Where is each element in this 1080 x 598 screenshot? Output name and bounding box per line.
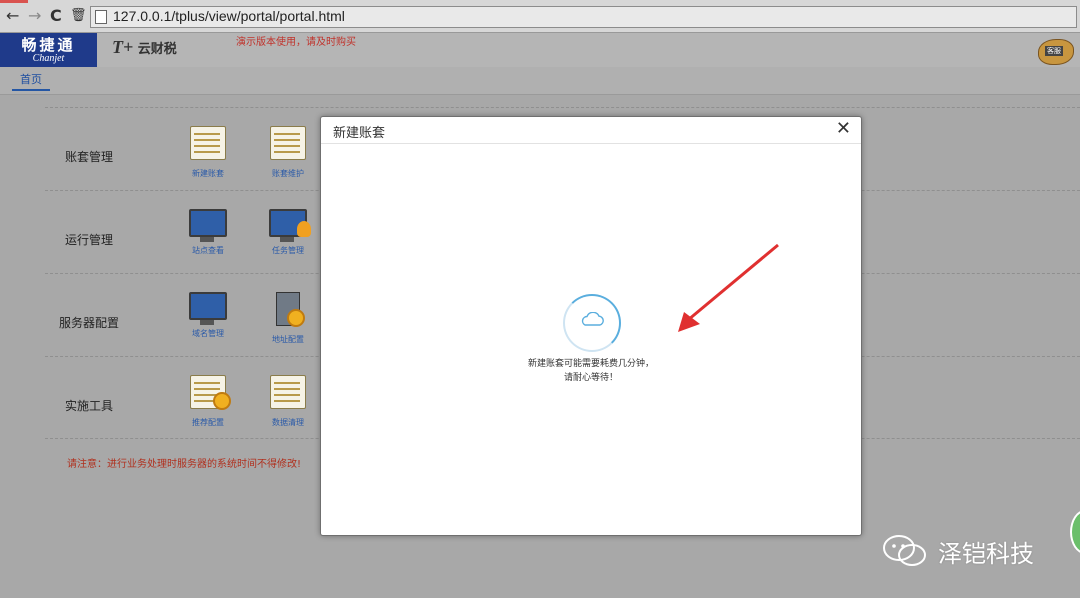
tile-site-view[interactable]: 站点查看	[185, 209, 231, 256]
tile-label: 账套维护	[272, 169, 304, 178]
wait-message-line1: 新建账套可能需要耗费几分钟，	[527, 359, 654, 369]
close-icon[interactable]: ✕	[836, 118, 851, 139]
tab-home[interactable]: 首页	[12, 71, 50, 91]
forward-button[interactable]: →	[28, 7, 41, 25]
product-logo: T+ 云财税	[112, 37, 177, 58]
page-icon	[95, 10, 107, 24]
dialog-header: 新建账套 ✕	[321, 117, 861, 144]
red-arrow-annotation	[678, 243, 779, 332]
monitor-icon	[189, 292, 227, 325]
back-button[interactable]: ←	[6, 7, 19, 25]
person-icon	[297, 221, 311, 237]
demo-notice: 演示版本使用，请及时购买	[236, 37, 356, 48]
tile-data-cleanup[interactable]: 数据清理	[265, 375, 311, 428]
monitor-user-icon	[269, 209, 311, 242]
brand-main: 畅捷通	[21, 36, 76, 54]
tab-accent	[0, 0, 28, 3]
section-title: 实施工具	[65, 399, 114, 413]
brand-logo: 畅捷通 Chanjet	[0, 33, 97, 67]
tplus-logo: T+	[112, 37, 134, 57]
monitor-icon	[189, 209, 227, 242]
config-doc-icon	[190, 375, 231, 410]
wechat-icon	[883, 535, 926, 566]
section-title: 账套管理	[65, 150, 114, 164]
account-maintenance-icon	[270, 126, 306, 160]
url-text: 127.0.0.1/tplus/view/portal/portal.html	[113, 8, 345, 24]
tile-domain-management[interactable]: 域名管理	[185, 292, 231, 339]
tile-label: 推荐配置	[192, 418, 224, 427]
browser-toolbar: ← → C 🗑 127.0.0.1/tplus/view/portal/port…	[0, 0, 1080, 33]
trash-icon[interactable]: 🗑	[70, 7, 87, 25]
wait-message-line2: 请耐心等待！	[563, 373, 618, 383]
server-icon	[276, 292, 305, 327]
gear-icon	[287, 309, 305, 327]
watermark-text: 泽铠科技	[938, 540, 1034, 568]
tile-account-maintenance[interactable]: 账套维护	[265, 126, 311, 179]
cloud-icon	[581, 312, 604, 326]
tile-label: 数据清理	[272, 418, 304, 427]
mascot-icon[interactable]: 客服	[1038, 39, 1074, 65]
app-header: 畅捷通 Chanjet T+ 云财税 演示版本使用，请及时购买 客服	[0, 33, 1080, 67]
tile-recommended-config[interactable]: 推荐配置	[185, 375, 231, 428]
dialog-title: 新建账套	[333, 126, 386, 141]
system-time-notice: 请注意：进行业务处理时服务器的系统时间不得修改!	[67, 459, 302, 470]
tile-new-account[interactable]: 新建账套	[185, 126, 231, 179]
tile-label: 站点查看	[192, 246, 224, 255]
mascot-badge: 客服	[1045, 46, 1063, 56]
tile-label: 域名管理	[192, 329, 224, 338]
loading-spinner	[563, 294, 621, 352]
section-title: 运行管理	[65, 233, 114, 247]
tile-address-config[interactable]: 地址配置	[265, 292, 311, 345]
tile-label: 任务管理	[272, 246, 304, 255]
gear-icon	[213, 392, 231, 410]
tab-bar: 首页	[0, 67, 1080, 95]
reload-button[interactable]: C	[50, 7, 62, 25]
product-name: 云财税	[137, 42, 177, 57]
brand-sub: Chanjet	[32, 53, 65, 64]
tile-task-management[interactable]: 任务管理	[265, 209, 311, 256]
new-account-icon	[190, 126, 226, 160]
address-bar[interactable]: 127.0.0.1/tplus/view/portal/portal.html	[90, 6, 1077, 28]
tile-label: 新建账套	[192, 169, 224, 178]
cleanup-doc-icon	[270, 375, 306, 409]
side-widget[interactable]	[1070, 510, 1080, 554]
section-title: 服务器配置	[59, 316, 120, 330]
tile-label: 地址配置	[272, 335, 304, 344]
